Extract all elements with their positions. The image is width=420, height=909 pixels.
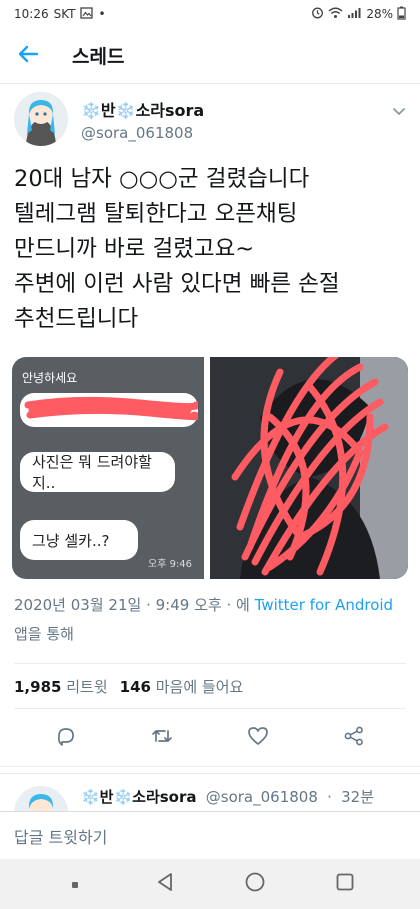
chat-bubble-1-text: 사진은 뭐 드려야할지.. [32,453,152,492]
app-header: 스레드 [0,28,420,84]
reply-author: ❄️반❄️소라sora @sora_061808 · 32분 [81,786,374,807]
reply-tweet[interactable]: ❄️반❄️소라sora @sora_061808 · 32분 [0,773,420,811]
chat-bubble-1: 사진은 뭐 드려야할지.. [20,452,175,492]
chat-time: 오후 9:46 [148,559,193,570]
reply-handle: @sora_061808 [205,788,318,806]
heart-icon [247,726,269,750]
square-recents-icon [335,872,355,896]
reply-button[interactable] [44,716,88,760]
source-app-link[interactable]: Twitter for Android [255,596,393,614]
reply-avatar[interactable] [14,786,68,811]
tweet-date: 2020년 03월 21일 [14,596,142,614]
dot-icon [70,875,80,894]
retweet-icon [150,725,174,751]
chat-bubble-2-text: 그냥 셀카..? [32,531,110,550]
tweet-media[interactable]: 안녕하세요 사진은 뭐 드려야할지.. 그냥 셀카..? 오후 9:46 [12,357,408,579]
tweet-text: 20대 남자 ○○○군 걸렸습니다 텔레그램 탈퇴한다고 오픈채팅 만드니까 바… [14,166,340,332]
retweet-button[interactable] [140,716,184,760]
reply-compose-input[interactable]: 답글 트윗하기 [0,811,420,859]
signal-icon [347,7,362,22]
author-names: ❄️반❄️소라sora @sora_061808 [81,92,204,142]
status-left: 10:26 SKT • [14,6,106,22]
redacted-photo [210,357,408,579]
meta-separator: · [226,596,232,614]
like-stat[interactable]: 146 마음에 들어요 [120,676,244,697]
tweet-menu-button[interactable] [392,102,406,121]
chat-bubble-2: 그냥 셀카..? [20,520,138,560]
battery-percent: 28% [366,7,393,21]
arrow-left-icon [17,45,39,67]
nav-menu-button[interactable] [55,864,95,904]
retweet-count: 1,985 [14,677,62,696]
chat-greeting: 안녕하세요 [22,371,78,385]
share-icon [343,725,365,751]
via-prefix: 에 [236,596,250,614]
dot-icon: • [98,7,106,21]
back-button[interactable] [0,28,56,84]
status-right: 28% [311,6,406,23]
tweet-time: 9:49 오후 [155,596,222,614]
display-name: ❄️반❄️소라sora [81,101,205,120]
chevron-down-icon [392,102,406,121]
meta-separator: · [146,596,151,614]
triangle-back-icon [156,872,174,896]
system-nav-bar [0,859,420,909]
tweet-stats: 1,985 리트윗 146 마음에 들어요 [14,663,406,709]
status-bar: 10:26 SKT • 28% [0,0,420,28]
wifi-icon [328,7,343,22]
nav-home-button[interactable] [235,864,275,904]
status-carrier: SKT [53,7,76,21]
reply-display-name: ❄️반❄️소라sora [81,788,197,806]
like-count: 146 [119,677,151,696]
nav-back-button[interactable] [145,864,185,904]
tweet-detail: ❄️반❄️소라sora @sora_061808 20대 남자 ○○○군 걸렸습… [0,92,420,767]
handle: @sora_061808 [81,124,194,142]
media-image-chat[interactable]: 안녕하세요 사진은 뭐 드려야할지.. 그냥 셀카..? 오후 9:46 [12,357,205,579]
circle-home-icon [244,871,266,897]
tweet-author[interactable]: ❄️반❄️소라sora @sora_061808 [0,92,420,158]
compose-placeholder: 답글 트윗하기 [14,827,108,847]
page-title: 스레드 [72,46,125,68]
redaction-scribble [24,396,198,421]
reply-separator: · [327,788,332,806]
nav-recents-button[interactable] [325,864,365,904]
tweet-meta: 2020년 03월 21일 · 9:49 오후 · 에 Twitter for … [0,579,420,649]
avatar[interactable] [14,92,68,146]
reply-age: 32분 [341,788,375,806]
comment-icon [55,725,77,751]
tweet-actions [0,709,420,767]
via-suffix: 앱을 통해 [14,625,74,643]
like-label: 마음에 들어요 [155,677,244,696]
chat-bubble-redacted [20,393,198,427]
retweet-stat[interactable]: 1,985 리트윗 [14,676,108,697]
gallery-notification-icon [80,6,94,22]
alarm-icon [311,6,324,22]
retweet-label: 리트윗 [66,677,108,696]
share-button[interactable] [332,716,376,760]
media-image-photo[interactable] [210,357,408,579]
like-button[interactable] [236,716,280,760]
status-time: 10:26 [14,7,49,21]
battery-icon [397,6,406,23]
